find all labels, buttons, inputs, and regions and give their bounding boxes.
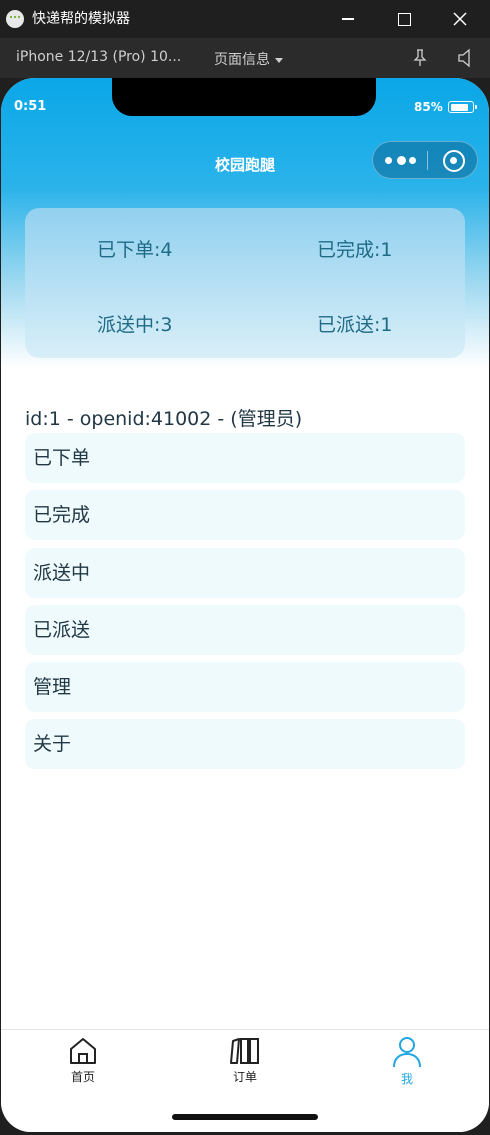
menu-item-delivering[interactable]: 派送中: [25, 548, 465, 598]
tab-home[interactable]: 首页: [43, 1036, 123, 1085]
maximize-icon: [397, 12, 411, 26]
menu-item-manage[interactable]: 管理: [25, 662, 465, 712]
close-miniprogram-icon[interactable]: [443, 150, 465, 172]
home-indicator: [172, 1114, 318, 1120]
stat-delivered[interactable]: 已派送:1: [317, 310, 393, 337]
miniprogram-capsule: [372, 141, 478, 179]
menu-item-delivered[interactable]: 已派送: [25, 605, 465, 655]
more-icon[interactable]: [385, 156, 419, 166]
orders-icon: [230, 1038, 259, 1064]
tab-home-label: 首页: [70, 1070, 95, 1084]
battery-percent: 85%: [414, 100, 443, 114]
user-icon: [393, 1037, 421, 1068]
speaker-icon[interactable]: [456, 48, 474, 68]
tab-me[interactable]: 我: [367, 1036, 447, 1087]
page-info-label: 页面信息: [214, 52, 270, 68]
minimize-icon: [342, 18, 354, 20]
caret-down-icon: [275, 57, 283, 63]
maximize-button[interactable]: [376, 0, 432, 38]
wechat-devtools-icon: [6, 10, 24, 28]
phone-screen: 0:51 85% 校园跑腿 已下单:4 已完成:1 派送中:3 已派送:1 id…: [1, 78, 489, 1132]
battery-icon: [448, 101, 477, 113]
stat-delivering[interactable]: 派送中:3: [97, 310, 173, 337]
minimize-button[interactable]: [320, 0, 376, 38]
close-icon: [453, 12, 467, 26]
page-info-dropdown[interactable]: 页面信息: [214, 49, 283, 69]
menu-item-ordered[interactable]: 已下单: [25, 433, 465, 483]
window-title: 快递帮的模拟器: [32, 11, 130, 27]
status-time: 0:51: [14, 99, 47, 114]
capsule-divider: [427, 151, 428, 170]
phone-notch: [112, 78, 376, 116]
menu-item-completed[interactable]: 已完成: [25, 490, 465, 540]
stat-ordered[interactable]: 已下单:4: [97, 235, 173, 262]
simulator-toolbar: iPhone 12/13 (Pro) 10... 页面信息: [0, 38, 490, 78]
tab-orders[interactable]: 订单: [205, 1036, 285, 1085]
order-stats-card: 已下单:4 已完成:1 派送中:3 已派送:1: [25, 208, 465, 358]
user-info: id:1 - openid:41002 - (管理员): [25, 408, 303, 430]
device-selector[interactable]: iPhone 12/13 (Pro) 10...: [16, 49, 181, 65]
tab-me-label: 我: [400, 1072, 413, 1086]
stat-completed[interactable]: 已完成:1: [317, 235, 393, 262]
pin-icon[interactable]: [412, 48, 428, 68]
home-icon: [70, 1038, 96, 1064]
window-titlebar: 快递帮的模拟器: [0, 0, 490, 38]
close-button[interactable]: [432, 0, 488, 38]
tab-orders-label: 订单: [232, 1070, 257, 1084]
menu-item-about[interactable]: 关于: [25, 719, 465, 769]
